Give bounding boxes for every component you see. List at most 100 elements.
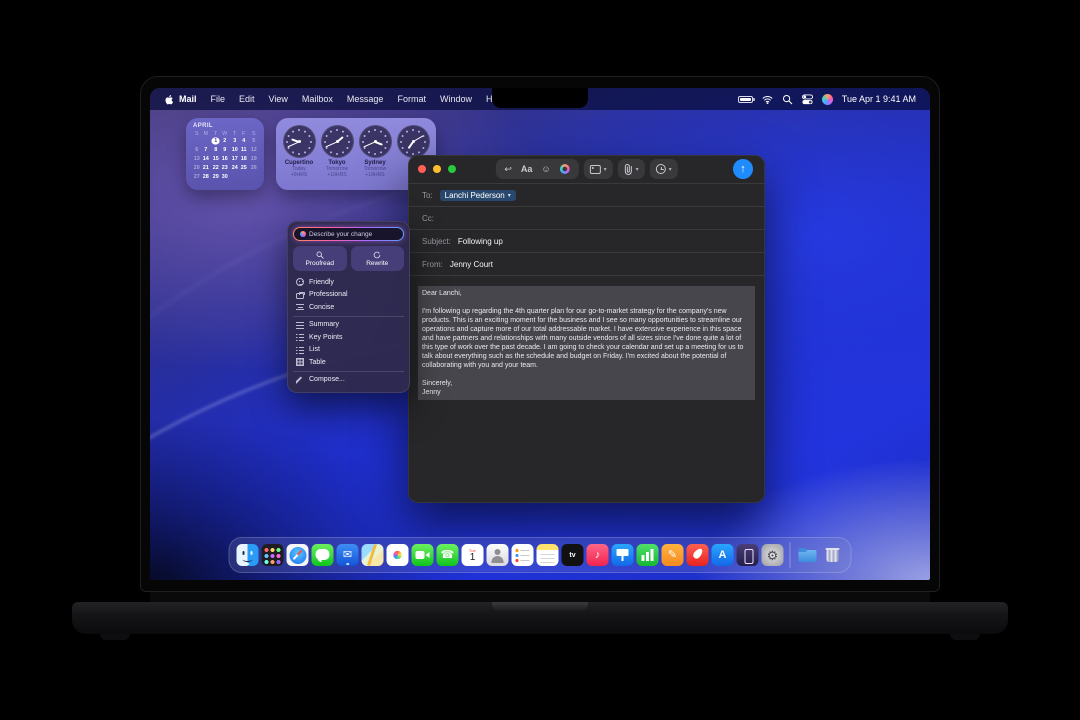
dock-icon-pages[interactable]: ✎ — [661, 544, 684, 566]
close-button[interactable] — [418, 165, 426, 173]
calendar-day: 19 — [250, 156, 257, 162]
apple-menu-icon[interactable] — [164, 94, 175, 105]
format-icon[interactable]: Aa — [521, 164, 533, 174]
menu-item-label: Concise — [309, 303, 335, 311]
dock-icon-iphone-mirroring[interactable] — [736, 544, 759, 566]
weekday-label: F — [242, 131, 246, 137]
dock-icon-keynote[interactable] — [611, 544, 634, 566]
calendar-day: 26 — [250, 165, 257, 171]
media-button[interactable]: ▾ — [583, 159, 613, 179]
cc-field[interactable]: Cc: — [408, 206, 765, 229]
dock-icon-contacts[interactable] — [486, 544, 509, 566]
dock-icon-phone[interactable]: ☎ — [436, 544, 459, 566]
menu-item-compose[interactable]: Compose... — [293, 374, 404, 387]
dock-divider — [789, 542, 791, 568]
dock-icon-trash[interactable] — [822, 544, 844, 566]
weekday-label: S — [195, 131, 199, 137]
dock-icon-apple-tv[interactable]: tv — [561, 544, 584, 566]
dock-icon-facetime[interactable] — [411, 544, 434, 566]
apple-intelligence-icon[interactable] — [559, 164, 570, 174]
app-menus: Mail File Edit View Mailbox Message Form… — [179, 94, 505, 104]
clock-pin — [411, 140, 415, 143]
compose-pencil-icon — [296, 376, 304, 384]
undo-icon[interactable]: ↩ — [504, 164, 512, 174]
menu-item-concise[interactable]: Concise — [293, 301, 404, 314]
zoom-button[interactable] — [448, 165, 456, 173]
magnifier-icon — [316, 251, 324, 259]
calendar-day: 25 — [240, 165, 247, 171]
emoji-icon[interactable]: ☺ — [541, 164, 550, 174]
menu-item-summary[interactable]: Summary — [293, 319, 404, 332]
dock-icon-notes[interactable] — [536, 544, 559, 566]
menu-item[interactable]: File — [211, 94, 226, 104]
calendar-day: 3 — [232, 138, 236, 144]
rewrite-label: Rewrite — [366, 259, 389, 267]
rewrite-button[interactable]: Rewrite — [350, 246, 404, 271]
calendar-widget[interactable]: APRIL SMTWTFS 1 2 3 4 5 6 7 8 9 10 11 12… — [186, 118, 264, 190]
calendar-day: 5 — [251, 138, 255, 144]
calendar-date-text: 1 — [469, 551, 476, 563]
world-clock: Sydney Tomorrow +18HRS — [357, 125, 393, 178]
selected-text-block[interactable]: Dear Lanchi, I'm following up regarding … — [418, 286, 755, 400]
paperclip-icon — [624, 163, 632, 175]
dock-icon-launchpad[interactable] — [261, 544, 284, 566]
menu-item[interactable]: Window — [440, 94, 472, 104]
calendar-day: 29 — [212, 174, 219, 180]
menu-divider — [293, 370, 404, 372]
menu-item[interactable]: Mailbox — [302, 94, 333, 104]
search-icon[interactable] — [782, 94, 793, 105]
dock-icon-safari[interactable] — [286, 544, 309, 566]
to-field[interactable]: To: Lanchi Pederson ▾ — [408, 183, 765, 206]
dock-icon-maps[interactable] — [361, 544, 384, 566]
body-paragraph: I'm following up regarding the 4th quart… — [422, 308, 744, 369]
siri-icon[interactable] — [821, 93, 833, 105]
dock-icon-calendar[interactable]: Tue 1 — [461, 544, 484, 566]
send-later-button[interactable]: ▾ — [649, 159, 678, 179]
from-field[interactable]: From: Jenny Court — [408, 252, 765, 275]
minimize-button[interactable] — [433, 165, 441, 173]
proofread-button[interactable]: Proofread — [293, 246, 347, 271]
subject-field[interactable]: Subject: Following up — [408, 229, 765, 252]
menu-item[interactable]: Format — [397, 94, 426, 104]
attachment-button[interactable]: ▾ — [617, 159, 645, 179]
music-note-icon: ♪ — [594, 548, 601, 561]
calendar-day: 28 — [203, 174, 210, 180]
dock-icon-music[interactable]: ♪ — [586, 544, 609, 566]
wifi-icon[interactable] — [762, 94, 773, 105]
compose-toolbar: ↩ Aa ☺ ▾ ▾ ▾ — [495, 159, 678, 179]
menu-item[interactable]: Edit — [239, 94, 255, 104]
dock-icon-messages[interactable] — [311, 544, 334, 566]
clock-city-label: Cupertino — [284, 160, 314, 166]
control-center-icon[interactable] — [801, 93, 813, 105]
recipient-pill[interactable]: Lanchi Pederson ▾ — [439, 189, 516, 201]
writing-tools-popup: Describe your change Proofread Rewrite F… — [287, 221, 410, 393]
describe-change-input[interactable]: Describe your change — [293, 227, 404, 241]
menu-item-list[interactable]: List — [293, 344, 404, 357]
dock-icon-numbers[interactable] — [636, 544, 659, 566]
dock-icon-photos[interactable] — [386, 544, 409, 566]
dock-icon-app-store[interactable]: A — [711, 544, 734, 566]
tv-icon: tv — [569, 551, 576, 559]
dock-icon-mail[interactable]: ✉ — [336, 544, 359, 566]
dock-icon-reminders[interactable] — [511, 544, 534, 566]
menu-item[interactable]: Mail — [179, 94, 197, 104]
menu-bar-clock[interactable]: Tue Apr 1 9:41 AM — [842, 94, 916, 104]
send-button[interactable]: ↑ — [733, 159, 753, 179]
dock-icon-finder[interactable] — [236, 544, 259, 566]
cc-label: Cc: — [422, 213, 434, 223]
menu-item-professional[interactable]: Professional — [293, 289, 404, 302]
subject-label: Subject: — [422, 236, 451, 246]
message-body[interactable]: Dear Lanchi, I'm following up regarding … — [408, 275, 765, 400]
clock-city-label: Sydney — [364, 160, 386, 166]
calendar-day: 20 — [193, 165, 200, 171]
menu-item-friendly[interactable]: Friendly — [293, 276, 404, 289]
envelope-icon: ✉ — [342, 548, 353, 561]
dock-icon-rocket[interactable] — [686, 544, 709, 566]
dock-icon-settings[interactable]: ⚙ — [761, 544, 784, 566]
menu-item-table[interactable]: Table — [293, 356, 404, 369]
menu-item-key-points[interactable]: Key Points — [293, 331, 404, 344]
clock-day-label: Today — [292, 166, 306, 172]
menu-item[interactable]: View — [269, 94, 288, 104]
dock-icon-downloads[interactable] — [797, 544, 819, 566]
menu-item[interactable]: Message — [347, 94, 384, 104]
